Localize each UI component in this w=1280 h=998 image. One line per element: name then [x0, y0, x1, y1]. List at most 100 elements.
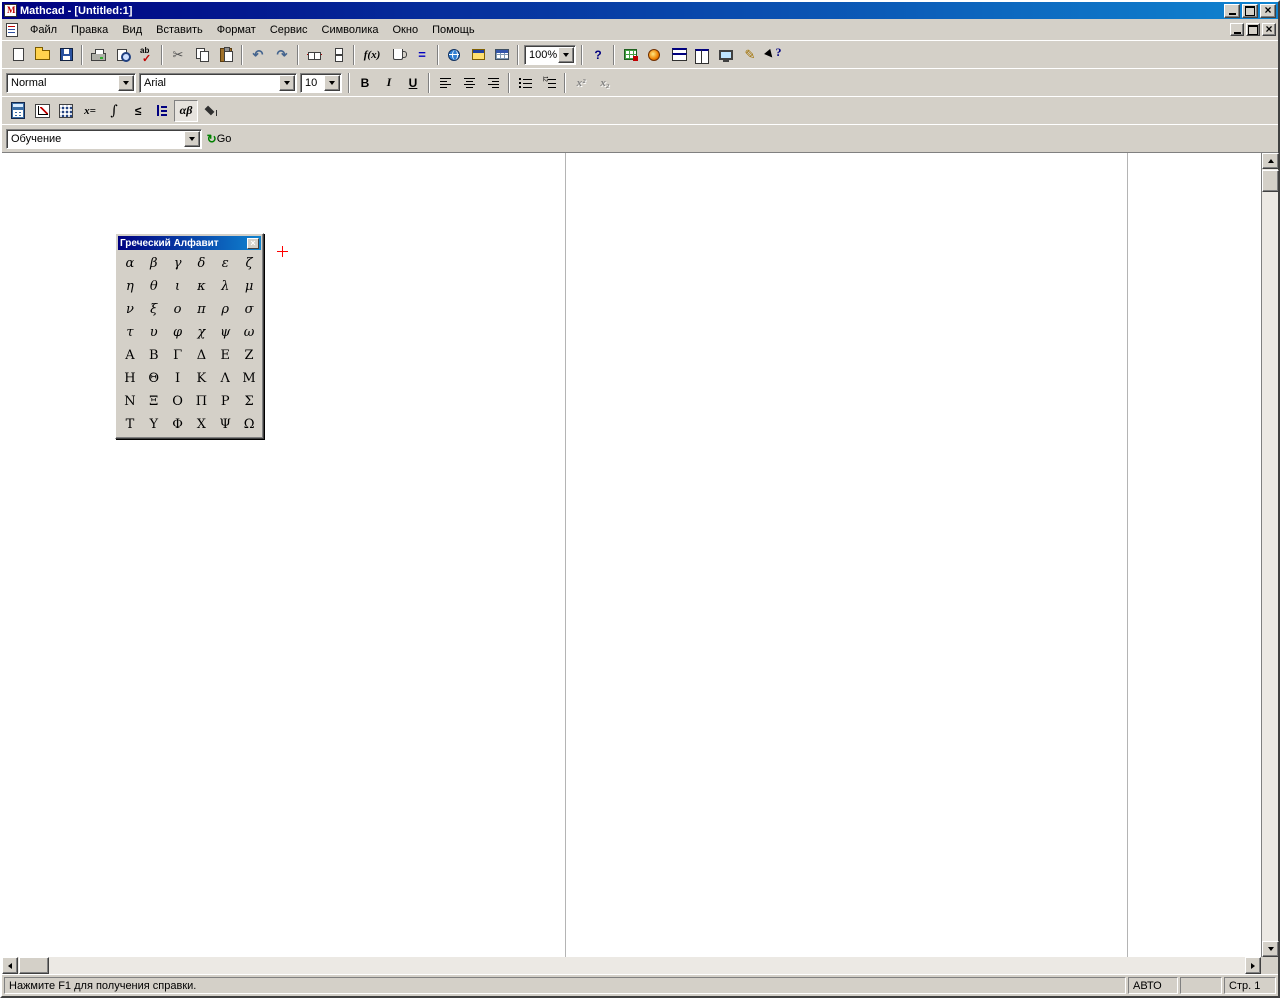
- symbolic-palette-button[interactable]: [198, 100, 222, 122]
- greek-letter-button[interactable]: Μ: [237, 367, 261, 390]
- greek-letter-button[interactable]: χ: [190, 321, 214, 344]
- mdi-restore-button[interactable]: [1246, 23, 1260, 36]
- greek-letter-button[interactable]: λ: [213, 275, 237, 298]
- greek-letter-button[interactable]: Ε: [213, 344, 237, 367]
- calculate-button[interactable]: =: [410, 44, 434, 66]
- greek-letter-button[interactable]: υ: [142, 321, 166, 344]
- greek-letter-button[interactable]: α: [118, 252, 142, 275]
- greek-letter-button[interactable]: ρ: [213, 298, 237, 321]
- greek-letter-button[interactable]: κ: [190, 275, 214, 298]
- greek-letter-button[interactable]: η: [118, 275, 142, 298]
- calculator-palette-button[interactable]: [6, 100, 30, 122]
- menu-edit[interactable]: Правка: [64, 21, 115, 39]
- programming-palette-button[interactable]: [150, 100, 174, 122]
- resource-center-button[interactable]: [642, 44, 666, 66]
- context-help-button[interactable]: [762, 44, 786, 66]
- vertical-scroll-thumb[interactable]: [1262, 170, 1279, 192]
- menu-view[interactable]: Вид: [115, 21, 149, 39]
- tile-vertical-button[interactable]: [690, 44, 714, 66]
- paste-button[interactable]: [214, 44, 238, 66]
- horizontal-scroll-track[interactable]: [18, 957, 1245, 974]
- collaboratory-button[interactable]: [714, 44, 738, 66]
- worksheet-document-icon[interactable]: [6, 22, 18, 37]
- insert-component-button[interactable]: [466, 44, 490, 66]
- greek-letter-button[interactable]: Χ: [190, 413, 214, 436]
- mdi-minimize-button[interactable]: [1230, 23, 1244, 36]
- resources-combobox[interactable]: Обучение: [6, 128, 202, 149]
- greek-letter-button[interactable]: π: [190, 298, 214, 321]
- greek-letter-button[interactable]: Ν: [118, 390, 142, 413]
- numbered-list-button[interactable]: [537, 72, 561, 94]
- greek-letter-button[interactable]: Β: [142, 344, 166, 367]
- greek-letter-button[interactable]: Τ: [118, 413, 142, 436]
- menu-file[interactable]: Файл: [23, 21, 64, 39]
- insert-table-button[interactable]: [490, 44, 514, 66]
- save-button[interactable]: [54, 44, 78, 66]
- greek-letter-button[interactable]: Ψ: [213, 413, 237, 436]
- align-left-button[interactable]: [433, 72, 457, 94]
- greek-letter-button[interactable]: ξ: [142, 298, 166, 321]
- zoom-combobox[interactable]: 100%: [524, 44, 576, 65]
- greek-letter-button[interactable]: Γ: [166, 344, 190, 367]
- title-bar[interactable]: Mathcad - [Untitled:1]: [2, 2, 1278, 19]
- bold-button[interactable]: B: [353, 72, 377, 94]
- greek-letter-button[interactable]: σ: [237, 298, 261, 321]
- annotate-button[interactable]: [738, 44, 762, 66]
- align-center-button[interactable]: [457, 72, 481, 94]
- matrix-palette-button[interactable]: [54, 100, 78, 122]
- align-down-button[interactable]: [326, 44, 350, 66]
- menu-symbolics[interactable]: Символика: [315, 21, 386, 39]
- greek-letter-button[interactable]: Σ: [237, 390, 261, 413]
- greek-letter-button[interactable]: Ρ: [213, 390, 237, 413]
- undo-button[interactable]: [246, 44, 270, 66]
- help-button[interactable]: ?: [586, 44, 610, 66]
- greek-letter-button[interactable]: ο: [166, 298, 190, 321]
- insert-hyperlink-button[interactable]: [442, 44, 466, 66]
- greek-letter-button[interactable]: ω: [237, 321, 261, 344]
- resources-dropdown-button[interactable]: [184, 130, 200, 147]
- evaluation-palette-button[interactable]: x=: [78, 100, 102, 122]
- close-button[interactable]: [1260, 3, 1276, 18]
- worksheet-canvas[interactable]: Греческий Алфавит αβγδεζ ηθικλμ νξοπρσ τυφχ…: [2, 153, 1261, 957]
- greek-letter-button[interactable]: Π: [190, 390, 214, 413]
- greek-letter-button[interactable]: τ: [118, 321, 142, 344]
- greek-letter-button[interactable]: β: [142, 252, 166, 275]
- restore-button[interactable]: [1242, 3, 1258, 18]
- greek-letter-button[interactable]: Λ: [213, 367, 237, 390]
- greek-letter-button[interactable]: μ: [237, 275, 261, 298]
- menu-format[interactable]: Формат: [210, 21, 263, 39]
- horizontal-scrollbar[interactable]: [2, 957, 1261, 974]
- insert-function-button[interactable]: f(x): [358, 44, 386, 66]
- scroll-left-button[interactable]: [2, 957, 18, 974]
- menu-tools[interactable]: Сервис: [263, 21, 315, 39]
- greek-letter-button[interactable]: δ: [190, 252, 214, 275]
- greek-palette-button[interactable]: αβ: [174, 99, 198, 122]
- scroll-down-button[interactable]: [1262, 941, 1279, 957]
- greek-letter-button[interactable]: ε: [213, 252, 237, 275]
- scroll-right-button[interactable]: [1245, 957, 1261, 974]
- greek-letter-button[interactable]: φ: [166, 321, 190, 344]
- greek-palette-window[interactable]: Греческий Алфавит αβγδεζ ηθικλμ νξοπρσ τυφχ…: [115, 233, 264, 439]
- greek-letter-button[interactable]: Η: [118, 367, 142, 390]
- mathsoft-sheet-button[interactable]: [618, 44, 642, 66]
- check-spelling-button[interactable]: [134, 44, 158, 66]
- vertical-scrollbar[interactable]: [1261, 153, 1279, 957]
- greek-letter-button[interactable]: Θ: [142, 367, 166, 390]
- font-size-combobox[interactable]: 10: [300, 72, 342, 93]
- greek-letter-button[interactable]: Ο: [166, 390, 190, 413]
- align-across-button[interactable]: [302, 44, 326, 66]
- greek-letter-button[interactable]: ν: [118, 298, 142, 321]
- open-button[interactable]: [30, 44, 54, 66]
- greek-letter-button[interactable]: ι: [166, 275, 190, 298]
- go-button[interactable]: Go: [205, 128, 233, 150]
- menu-insert[interactable]: Вставить: [149, 21, 210, 39]
- greek-letter-button[interactable]: Υ: [142, 413, 166, 436]
- menu-help[interactable]: Помощь: [425, 21, 482, 39]
- underline-button[interactable]: U: [401, 72, 425, 94]
- greek-letter-button[interactable]: Α: [118, 344, 142, 367]
- greek-letter-button[interactable]: γ: [166, 252, 190, 275]
- greek-palette-titlebar[interactable]: Греческий Алфавит: [118, 236, 261, 250]
- print-button[interactable]: [86, 44, 110, 66]
- style-combobox[interactable]: Normal: [6, 72, 136, 93]
- greek-letter-button[interactable]: Κ: [190, 367, 214, 390]
